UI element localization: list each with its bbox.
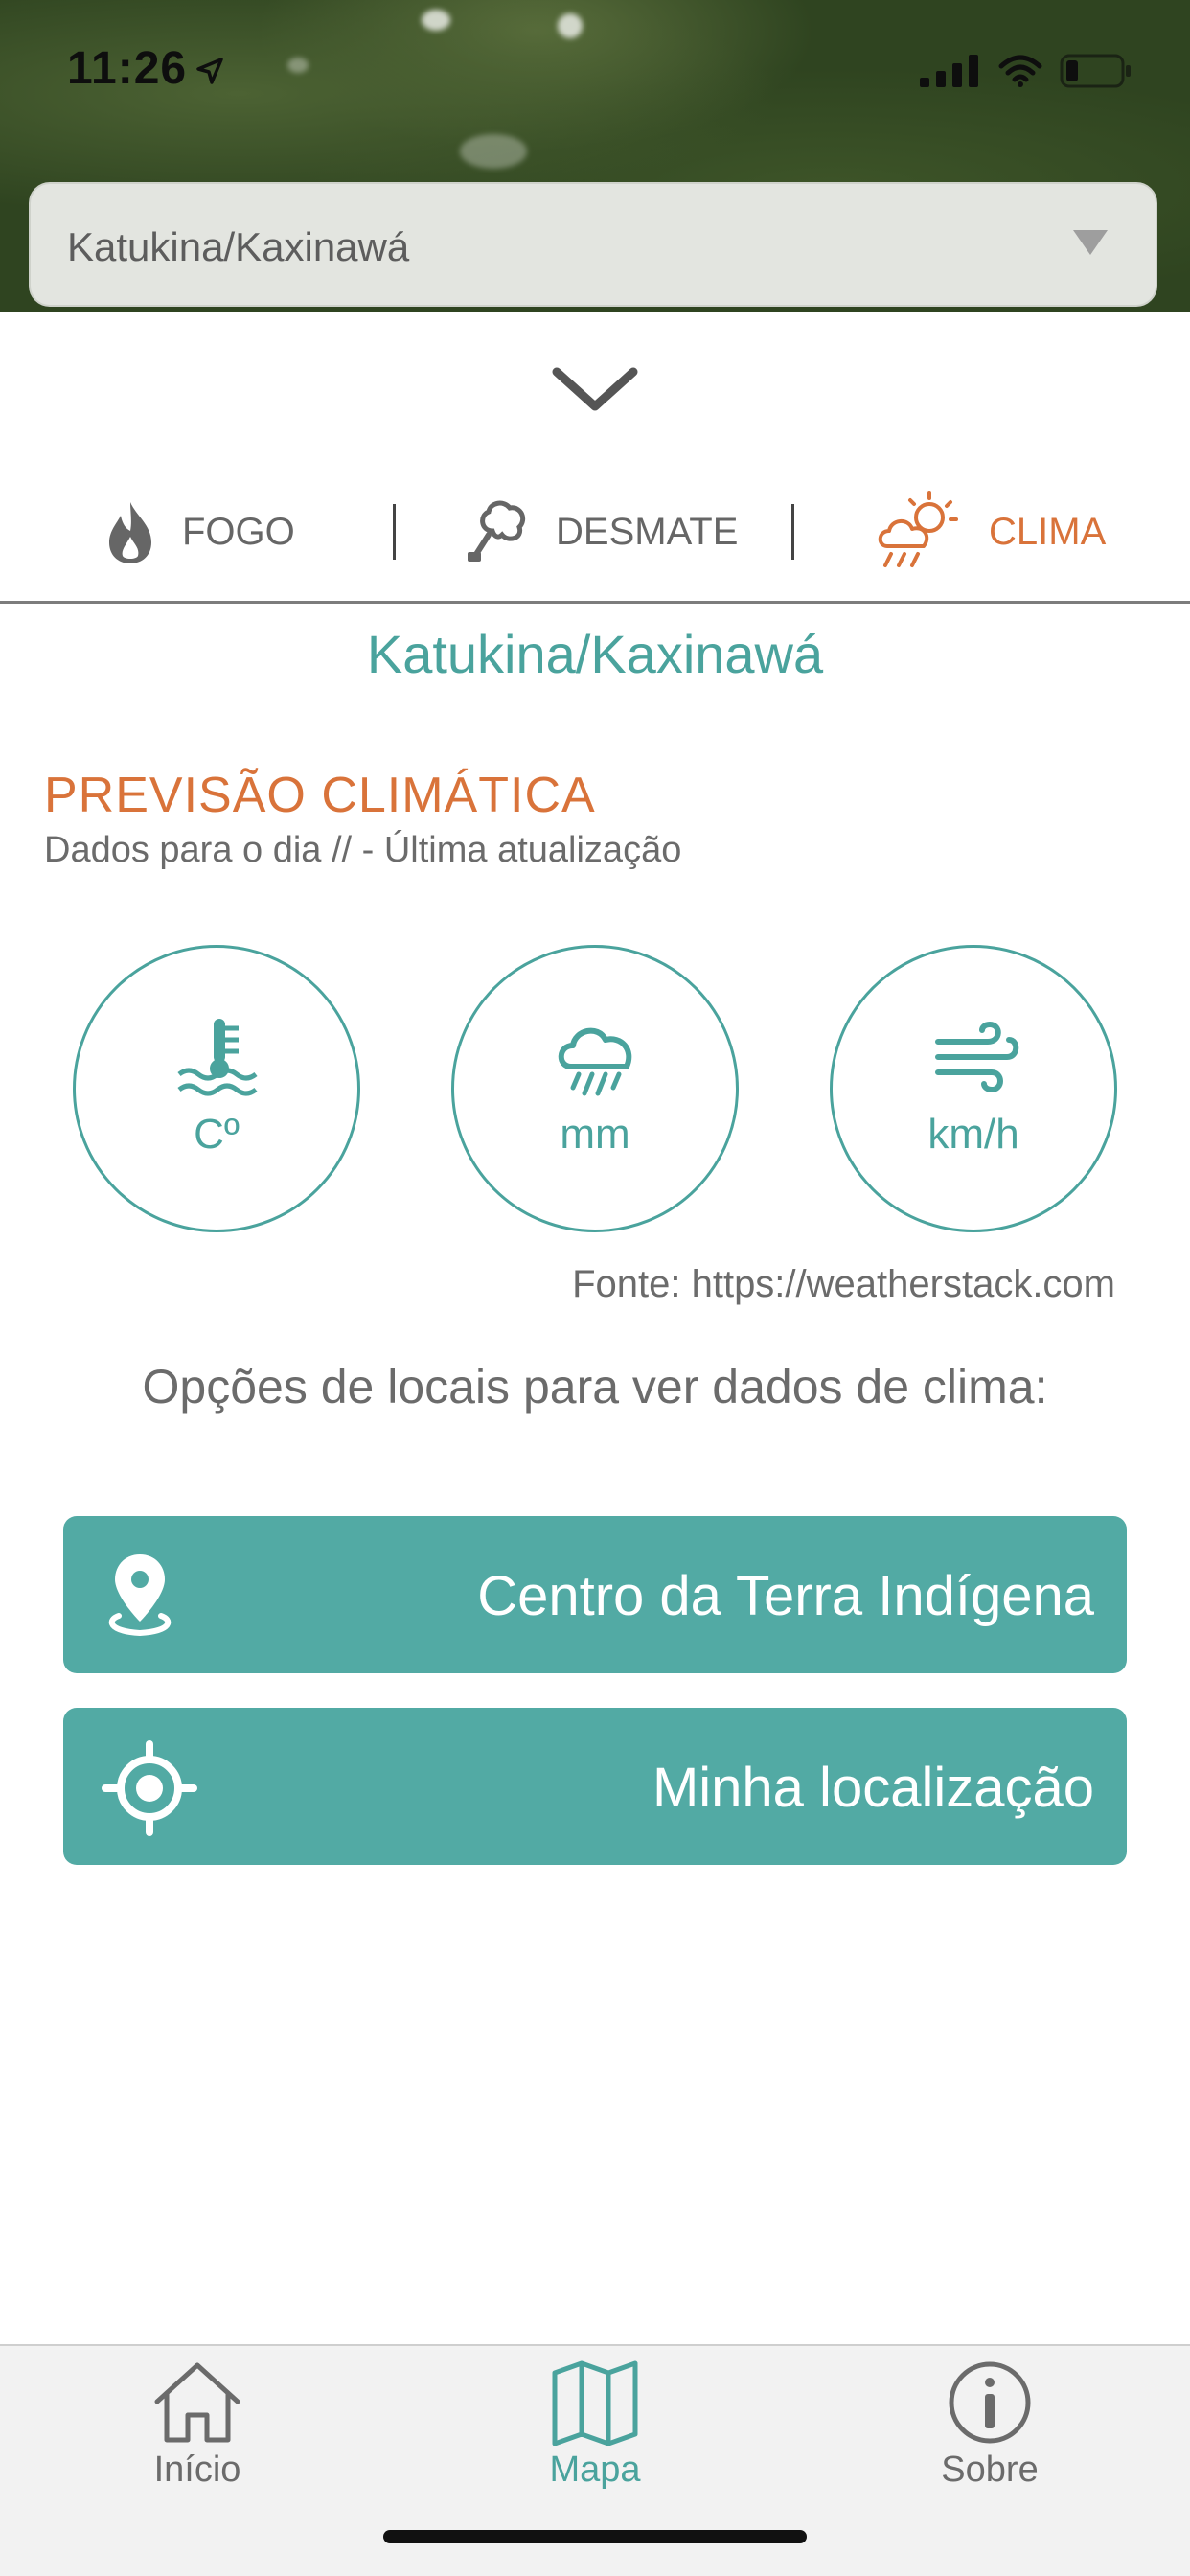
my-location-button[interactable]: Minha localização [63,1708,1127,1865]
data-source-text: Fonte: https://weatherstack.com [572,1263,1115,1305]
center-territory-button[interactable]: Centro da Terra Indígena [63,1516,1127,1673]
tab-fogo[interactable]: FOGO [102,498,295,565]
forecast-subtitle: Dados para o dia // - Última atualização [44,830,682,870]
nav-sobre-label: Sobre [941,2450,1039,2490]
info-icon [949,2361,1031,2444]
layer-tabs: FOGO DESMATE CLIMA [0,479,1190,604]
nav-inicio-label: Início [153,2450,241,2490]
map-pin-icon [108,1554,172,1637]
crosshair-icon [102,1740,197,1836]
dropdown-arrow-icon [1073,230,1108,255]
tab-divider [393,504,396,560]
territory-dropdown[interactable]: Katukina/Kaxinawá [29,182,1157,307]
tab-label: DESMATE [556,510,739,553]
my-location-label: Minha localização [652,1757,1094,1819]
dropdown-value: Katukina/Kaxinawá [67,224,410,269]
wind-unit: km/h [927,1111,1019,1158]
nav-inicio[interactable]: Início [82,2359,312,2503]
tab-clima[interactable]: CLIMA [874,491,1107,567]
tab-label: FOGO [182,510,295,553]
map-icon [552,2360,638,2446]
tree-icon [468,500,526,562]
signal-icon [920,55,978,87]
tab-desmate[interactable]: DESMATE [466,498,738,565]
status-time: 11:26 [67,43,188,94]
home-icon [154,2362,240,2443]
nav-mapa-label: Mapa [549,2450,641,2490]
location-arrow-icon [196,58,223,84]
center-territory-label: Centro da Terra Indígena [477,1565,1094,1627]
rain-cloud-icon [558,1027,632,1096]
temperature-unit: Cº [194,1111,240,1158]
wind-metric: km/h [830,945,1117,1232]
cloud-sun-rain-icon [878,491,958,567]
forecast-title: PREVISÃO CLIMÁTICA [44,768,596,823]
status-bar: 11:26 [0,0,1190,144]
tab-divider [791,504,794,560]
wifi-icon [998,55,1042,87]
area-title: Katukina/Kaxinawá [366,624,824,684]
temperature-metric: Cº [73,945,360,1232]
thermometer-icon [177,1019,258,1096]
tab-label: CLIMA [989,510,1107,553]
precipitation-metric: mm [451,945,739,1232]
nav-sobre[interactable]: Sobre [875,2359,1105,2503]
wind-icon [935,1021,1019,1093]
precipitation-unit: mm [560,1111,630,1158]
home-indicator [383,2530,807,2543]
chevron-down-icon [552,367,638,411]
battery-icon [1060,54,1131,88]
location-options-label: Opções de locais para ver dados de clima… [142,1360,1048,1414]
collapse-panel-button[interactable] [547,355,643,422]
fire-icon [109,502,151,564]
nav-mapa[interactable]: Mapa [480,2359,710,2503]
